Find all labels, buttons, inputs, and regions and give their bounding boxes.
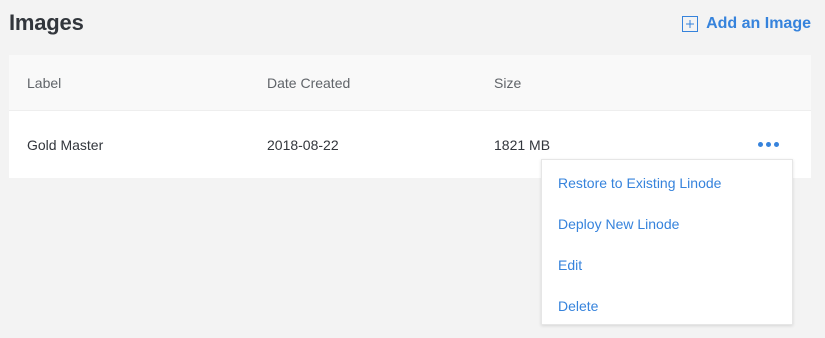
menu-item-delete[interactable]: Delete <box>542 285 792 326</box>
column-header-date-created[interactable]: Date Created <box>249 75 476 91</box>
menu-item-restore[interactable]: Restore to Existing Linode <box>542 162 792 203</box>
table-header: Label Date Created Size <box>9 55 811 111</box>
image-size-cell: 1821 MB <box>494 136 551 153</box>
column-header-label[interactable]: Label <box>9 75 249 91</box>
action-menu: Restore to Existing Linode Deploy New Li… <box>541 159 793 325</box>
page-title: Images <box>9 10 84 35</box>
more-horizontal-icon[interactable] <box>758 138 779 151</box>
images-page: Images Add an Image Label Date Created S… <box>0 0 825 338</box>
menu-item-deploy[interactable]: Deploy New Linode <box>542 203 792 244</box>
menu-item-edit[interactable]: Edit <box>542 244 792 285</box>
image-date-cell: 2018-08-22 <box>267 136 339 153</box>
add-image-button[interactable]: Add an Image <box>682 15 811 33</box>
add-image-label: Add an Image <box>706 15 811 32</box>
image-label-cell: Gold Master <box>27 136 104 153</box>
column-header-size[interactable]: Size <box>476 75 734 91</box>
plus-square-icon <box>682 16 699 32</box>
